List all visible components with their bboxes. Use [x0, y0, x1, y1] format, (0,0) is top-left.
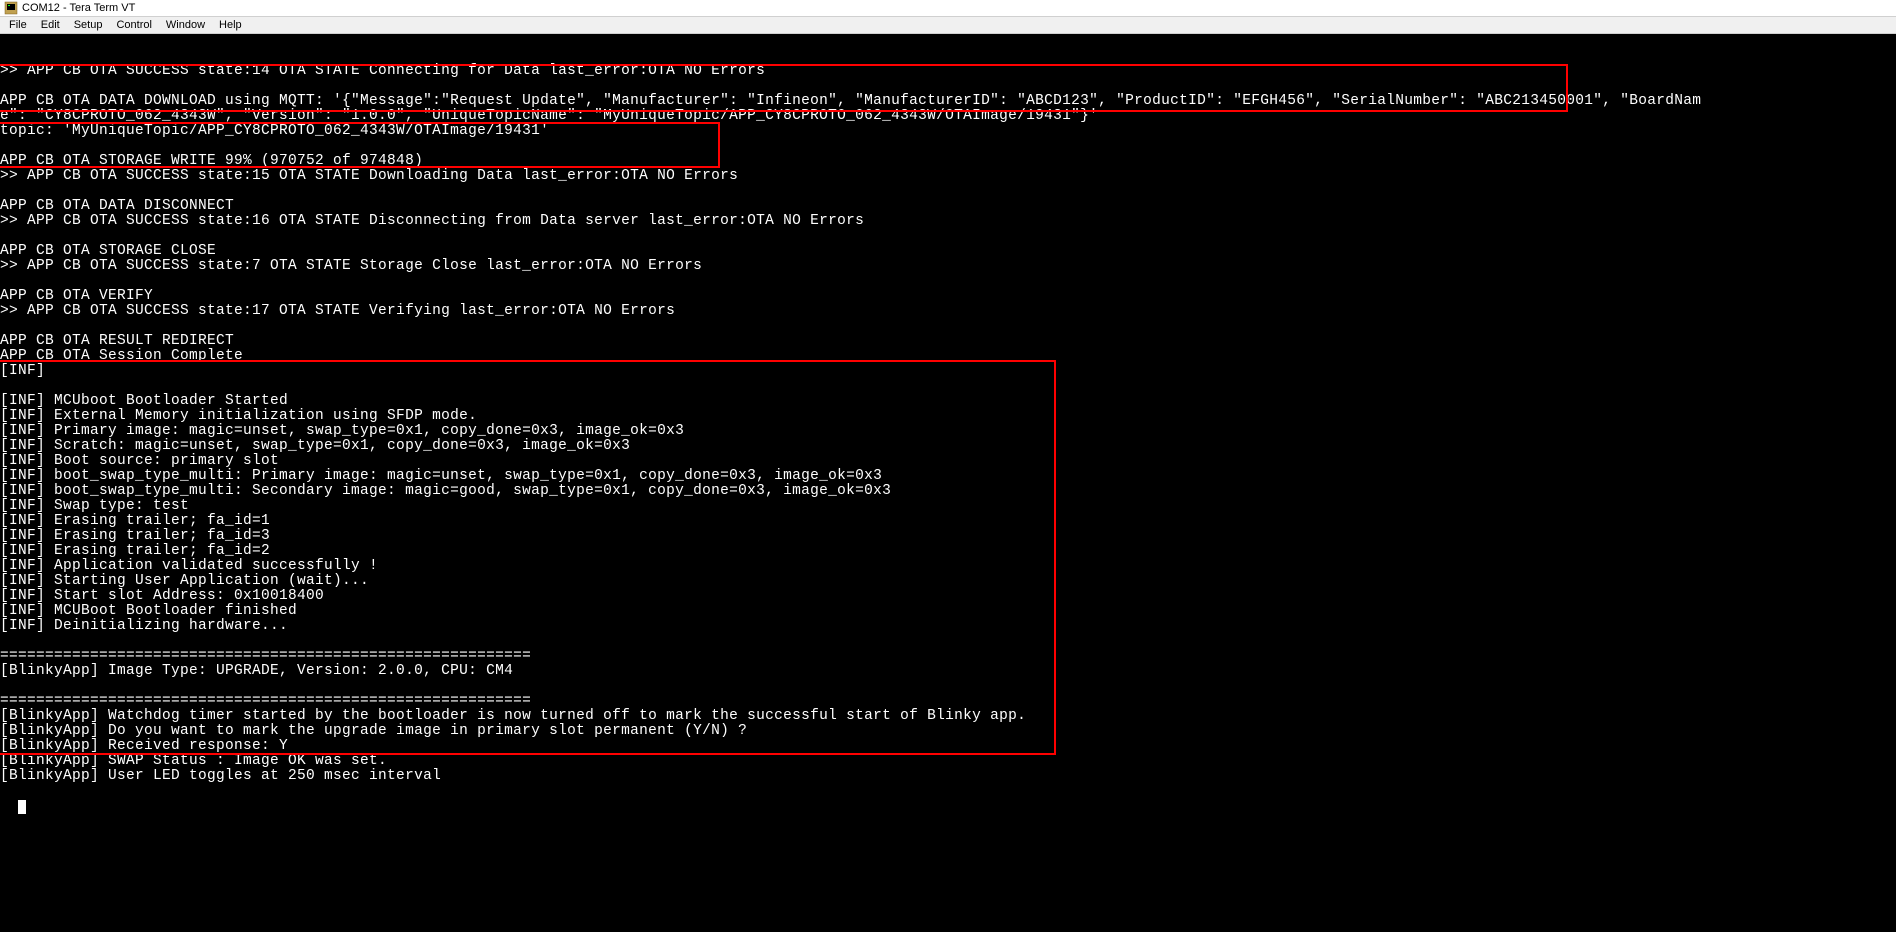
terminal-line: [0, 379, 1896, 394]
menu-window[interactable]: Window: [159, 18, 212, 32]
terminal-line: APP CB OTA STORAGE CLOSE: [0, 244, 1896, 259]
terminal-line: [0, 184, 1896, 199]
terminal-line: [INF] boot_swap_type_multi: Primary imag…: [0, 469, 1896, 484]
terminal-line: topic: 'MyUniqueTopic/APP_CY8CPROTO_062_…: [0, 124, 1896, 139]
terminal-line: [INF] Deinitializing hardware...: [0, 619, 1896, 634]
terminal-line: [INF] MCUBoot Bootloader finished: [0, 604, 1896, 619]
app-icon: [4, 1, 18, 15]
terminal-line: [0, 319, 1896, 334]
menu-setup[interactable]: Setup: [67, 18, 110, 32]
terminal-line: [INF] Scratch: magic=unset, swap_type=0x…: [0, 439, 1896, 454]
terminal-line: [BlinkyApp] Watchdog timer started by th…: [0, 709, 1896, 724]
terminal-line: APP CB OTA VERIFY: [0, 289, 1896, 304]
terminal-line: [INF] Primary image: magic=unset, swap_t…: [0, 424, 1896, 439]
terminal-line: >> APP CB OTA SUCCESS state:14 OTA STATE…: [0, 64, 1896, 79]
terminal-line: [BlinkyApp] Image Type: UPGRADE, Version…: [0, 664, 1896, 679]
terminal-line: [0, 634, 1896, 649]
terminal-line: [BlinkyApp] User LED toggles at 250 msec…: [0, 769, 1896, 784]
menu-edit[interactable]: Edit: [34, 18, 67, 32]
title-bar: COM12 - Tera Term VT: [0, 0, 1896, 17]
terminal-line: ========================================…: [0, 694, 1896, 709]
terminal-line: [INF]: [0, 364, 1896, 379]
menu-bar: File Edit Setup Control Window Help: [0, 17, 1896, 34]
window-title: COM12 - Tera Term VT: [22, 2, 135, 14]
terminal-line: APP CB OTA DATA DOWNLOAD using MQTT: '{"…: [0, 94, 1896, 109]
terminal-line: [0, 274, 1896, 289]
terminal-line: APP CB OTA Session Complete: [0, 349, 1896, 364]
menu-help[interactable]: Help: [212, 18, 249, 32]
terminal-line: [INF] Swap type: test: [0, 499, 1896, 514]
terminal-line: [INF] Erasing trailer; fa_id=2: [0, 544, 1896, 559]
terminal-line: [BlinkyApp] Do you want to mark the upgr…: [0, 724, 1896, 739]
terminal-line: [0, 229, 1896, 244]
terminal-line: [INF] Starting User Application (wait)..…: [0, 574, 1896, 589]
terminal-line: [INF] Application validated successfully…: [0, 559, 1896, 574]
terminal-line: >> APP CB OTA SUCCESS state:15 OTA STATE…: [0, 169, 1896, 184]
terminal-line: [INF] Erasing trailer; fa_id=1: [0, 514, 1896, 529]
terminal-line: APP CB OTA DATA DISCONNECT: [0, 199, 1896, 214]
menu-control[interactable]: Control: [109, 18, 158, 32]
terminal-line: [INF] Erasing trailer; fa_id=3: [0, 529, 1896, 544]
terminal-line: >> APP CB OTA SUCCESS state:7 OTA STATE …: [0, 259, 1896, 274]
terminal-output[interactable]: >> APP CB OTA SUCCESS state:14 OTA STATE…: [0, 34, 1896, 932]
terminal-line: [BlinkyApp] Received response: Y: [0, 739, 1896, 754]
terminal-line: [BlinkyApp] SWAP Status : Image OK was s…: [0, 754, 1896, 769]
terminal-line: ========================================…: [0, 649, 1896, 664]
terminal-line: [INF] External Memory initialization usi…: [0, 409, 1896, 424]
terminal-line: [0, 679, 1896, 694]
terminal-line: [INF] boot_swap_type_multi: Secondary im…: [0, 484, 1896, 499]
terminal-line: [INF] Boot source: primary slot: [0, 454, 1896, 469]
terminal-line: >> APP CB OTA SUCCESS state:17 OTA STATE…: [0, 304, 1896, 319]
terminal-line: APP CB OTA RESULT REDIRECT: [0, 334, 1896, 349]
menu-file[interactable]: File: [2, 18, 34, 32]
terminal-cursor: [18, 800, 26, 814]
terminal-line: >> APP CB OTA SUCCESS state:16 OTA STATE…: [0, 214, 1896, 229]
terminal-line: [0, 79, 1896, 94]
terminal-line: [INF] Start slot Address: 0x10018400: [0, 589, 1896, 604]
terminal-line: [0, 139, 1896, 154]
terminal-line: APP CB OTA STORAGE WRITE 99% (970752 of …: [0, 154, 1896, 169]
terminal-line: e": "CY8CPROTO_062_4343W", "Version": "1…: [0, 109, 1896, 124]
terminal-line: [INF] MCUboot Bootloader Started: [0, 394, 1896, 409]
